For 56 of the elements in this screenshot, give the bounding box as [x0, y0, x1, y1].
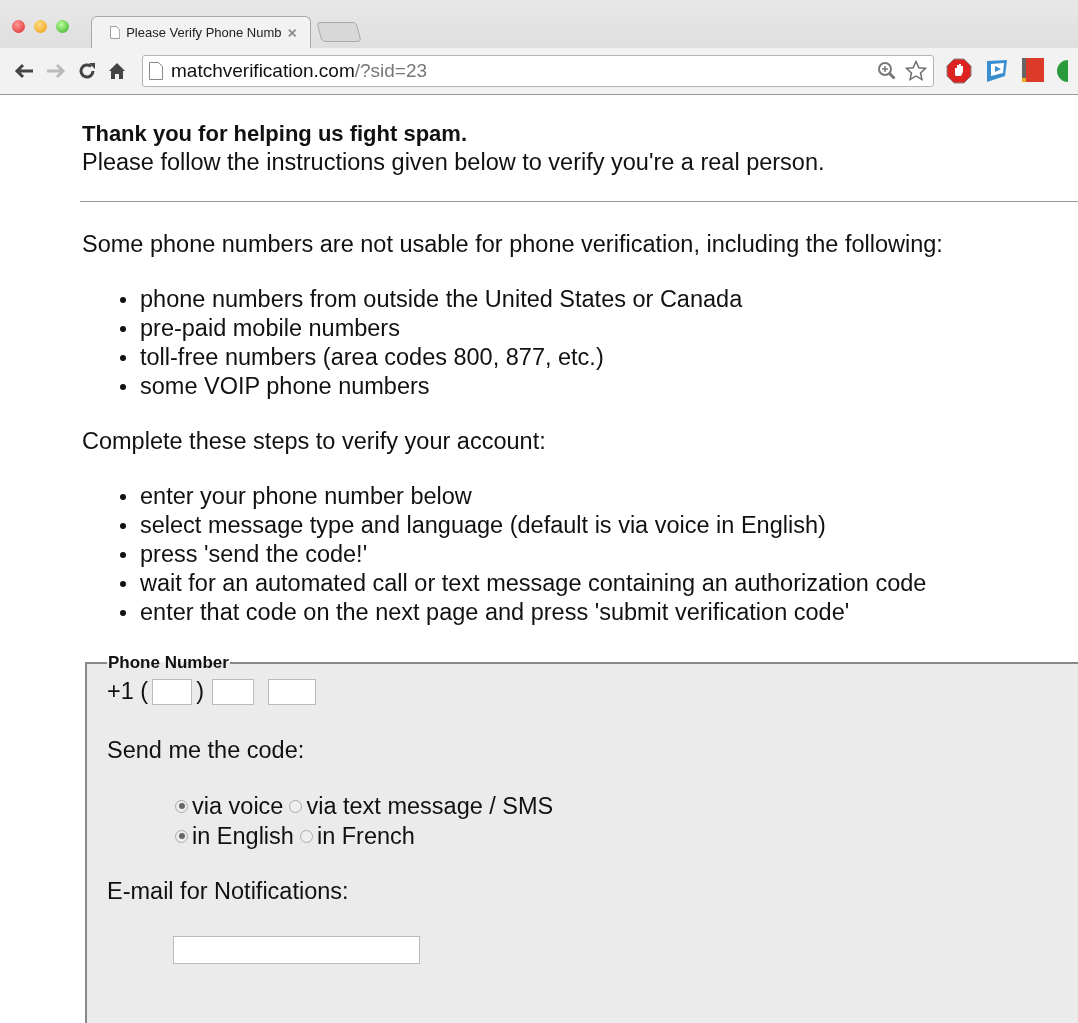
bullet-icon [120, 609, 126, 616]
list-item: press 'send the code!' [140, 540, 368, 569]
bullet-icon [120, 296, 126, 303]
list-item: wait for an automated call or text message containing an authorization code [140, 569, 927, 598]
flag-icon[interactable] [984, 58, 1010, 84]
list-item: enter that code on the next page and press 'submit verification code' [140, 598, 850, 627]
list-item: enter your phone number below [140, 482, 472, 511]
intro-text: Please follow the instructions given below to verify you're a real person. [82, 148, 826, 177]
radio-button[interactable] [299, 829, 313, 843]
star-icon[interactable] [905, 60, 927, 82]
page-icon [149, 62, 163, 80]
bullet-icon [120, 580, 126, 587]
bullet-icon [120, 354, 126, 361]
email-label: E-mail for Notifications: [107, 877, 350, 906]
bullet-icon [120, 325, 126, 332]
steps-intro-text: Complete these steps to verify your account: [82, 427, 547, 456]
bullet-icon [120, 493, 126, 500]
address-bar[interactable]: matchverification.com/?sid=23 [142, 55, 934, 87]
bullet-icon [120, 383, 126, 390]
zoom-window-button[interactable] [56, 19, 69, 33]
paren-text: ) [196, 677, 204, 706]
radio-label: via text message / SMS [306, 791, 554, 821]
browser-tab[interactable]: Please Verify Phone Numb [91, 16, 311, 48]
page-heading: Thank you for helping us fight spam. [82, 120, 468, 148]
zoom-icon[interactable] [877, 61, 897, 81]
radio-button[interactable] [175, 829, 188, 843]
radio-button[interactable] [289, 799, 303, 813]
close-tab-icon[interactable] [287, 27, 296, 38]
radio-button[interactable] [175, 799, 188, 813]
radio-label: in English [192, 821, 294, 851]
email-field[interactable] [173, 936, 420, 964]
line-number-field[interactable] [268, 678, 316, 705]
back-icon[interactable] [14, 63, 34, 79]
list-item: pre-paid mobile numbers [140, 314, 400, 343]
exchange-field[interactable] [212, 678, 254, 705]
area-code-field[interactable] [152, 678, 193, 705]
notice-text: Some phone numbers are not usable for phone verification, including the following: [82, 230, 944, 259]
bullet-icon [120, 551, 126, 558]
page-icon [110, 25, 121, 40]
list-item: phone numbers from outside the United States or Canada [140, 285, 743, 314]
radio-label: via voice [192, 791, 284, 821]
stop-hand-icon[interactable] [946, 58, 972, 84]
list-item: select message type and language (default is via voice in English) [140, 511, 826, 540]
home-icon[interactable] [108, 62, 126, 80]
bullet-icon [120, 522, 126, 529]
country-code-text: +1 ( [107, 677, 149, 706]
url-text: matchverification.com/?sid=23 [171, 60, 428, 82]
reload-icon[interactable] [78, 62, 96, 80]
radio-label: in French [316, 821, 415, 851]
list-item: some VOIP phone numbers [140, 372, 430, 401]
close-window-button[interactable] [12, 19, 25, 33]
new-tab-button[interactable] [316, 22, 362, 42]
panel-legend: Phone Number [107, 653, 230, 673]
book-icon[interactable] [1022, 58, 1044, 84]
list-item: toll-free numbers (area codes 800, 877, etc.) [140, 343, 604, 372]
send-label: Send me the code: [107, 736, 306, 765]
